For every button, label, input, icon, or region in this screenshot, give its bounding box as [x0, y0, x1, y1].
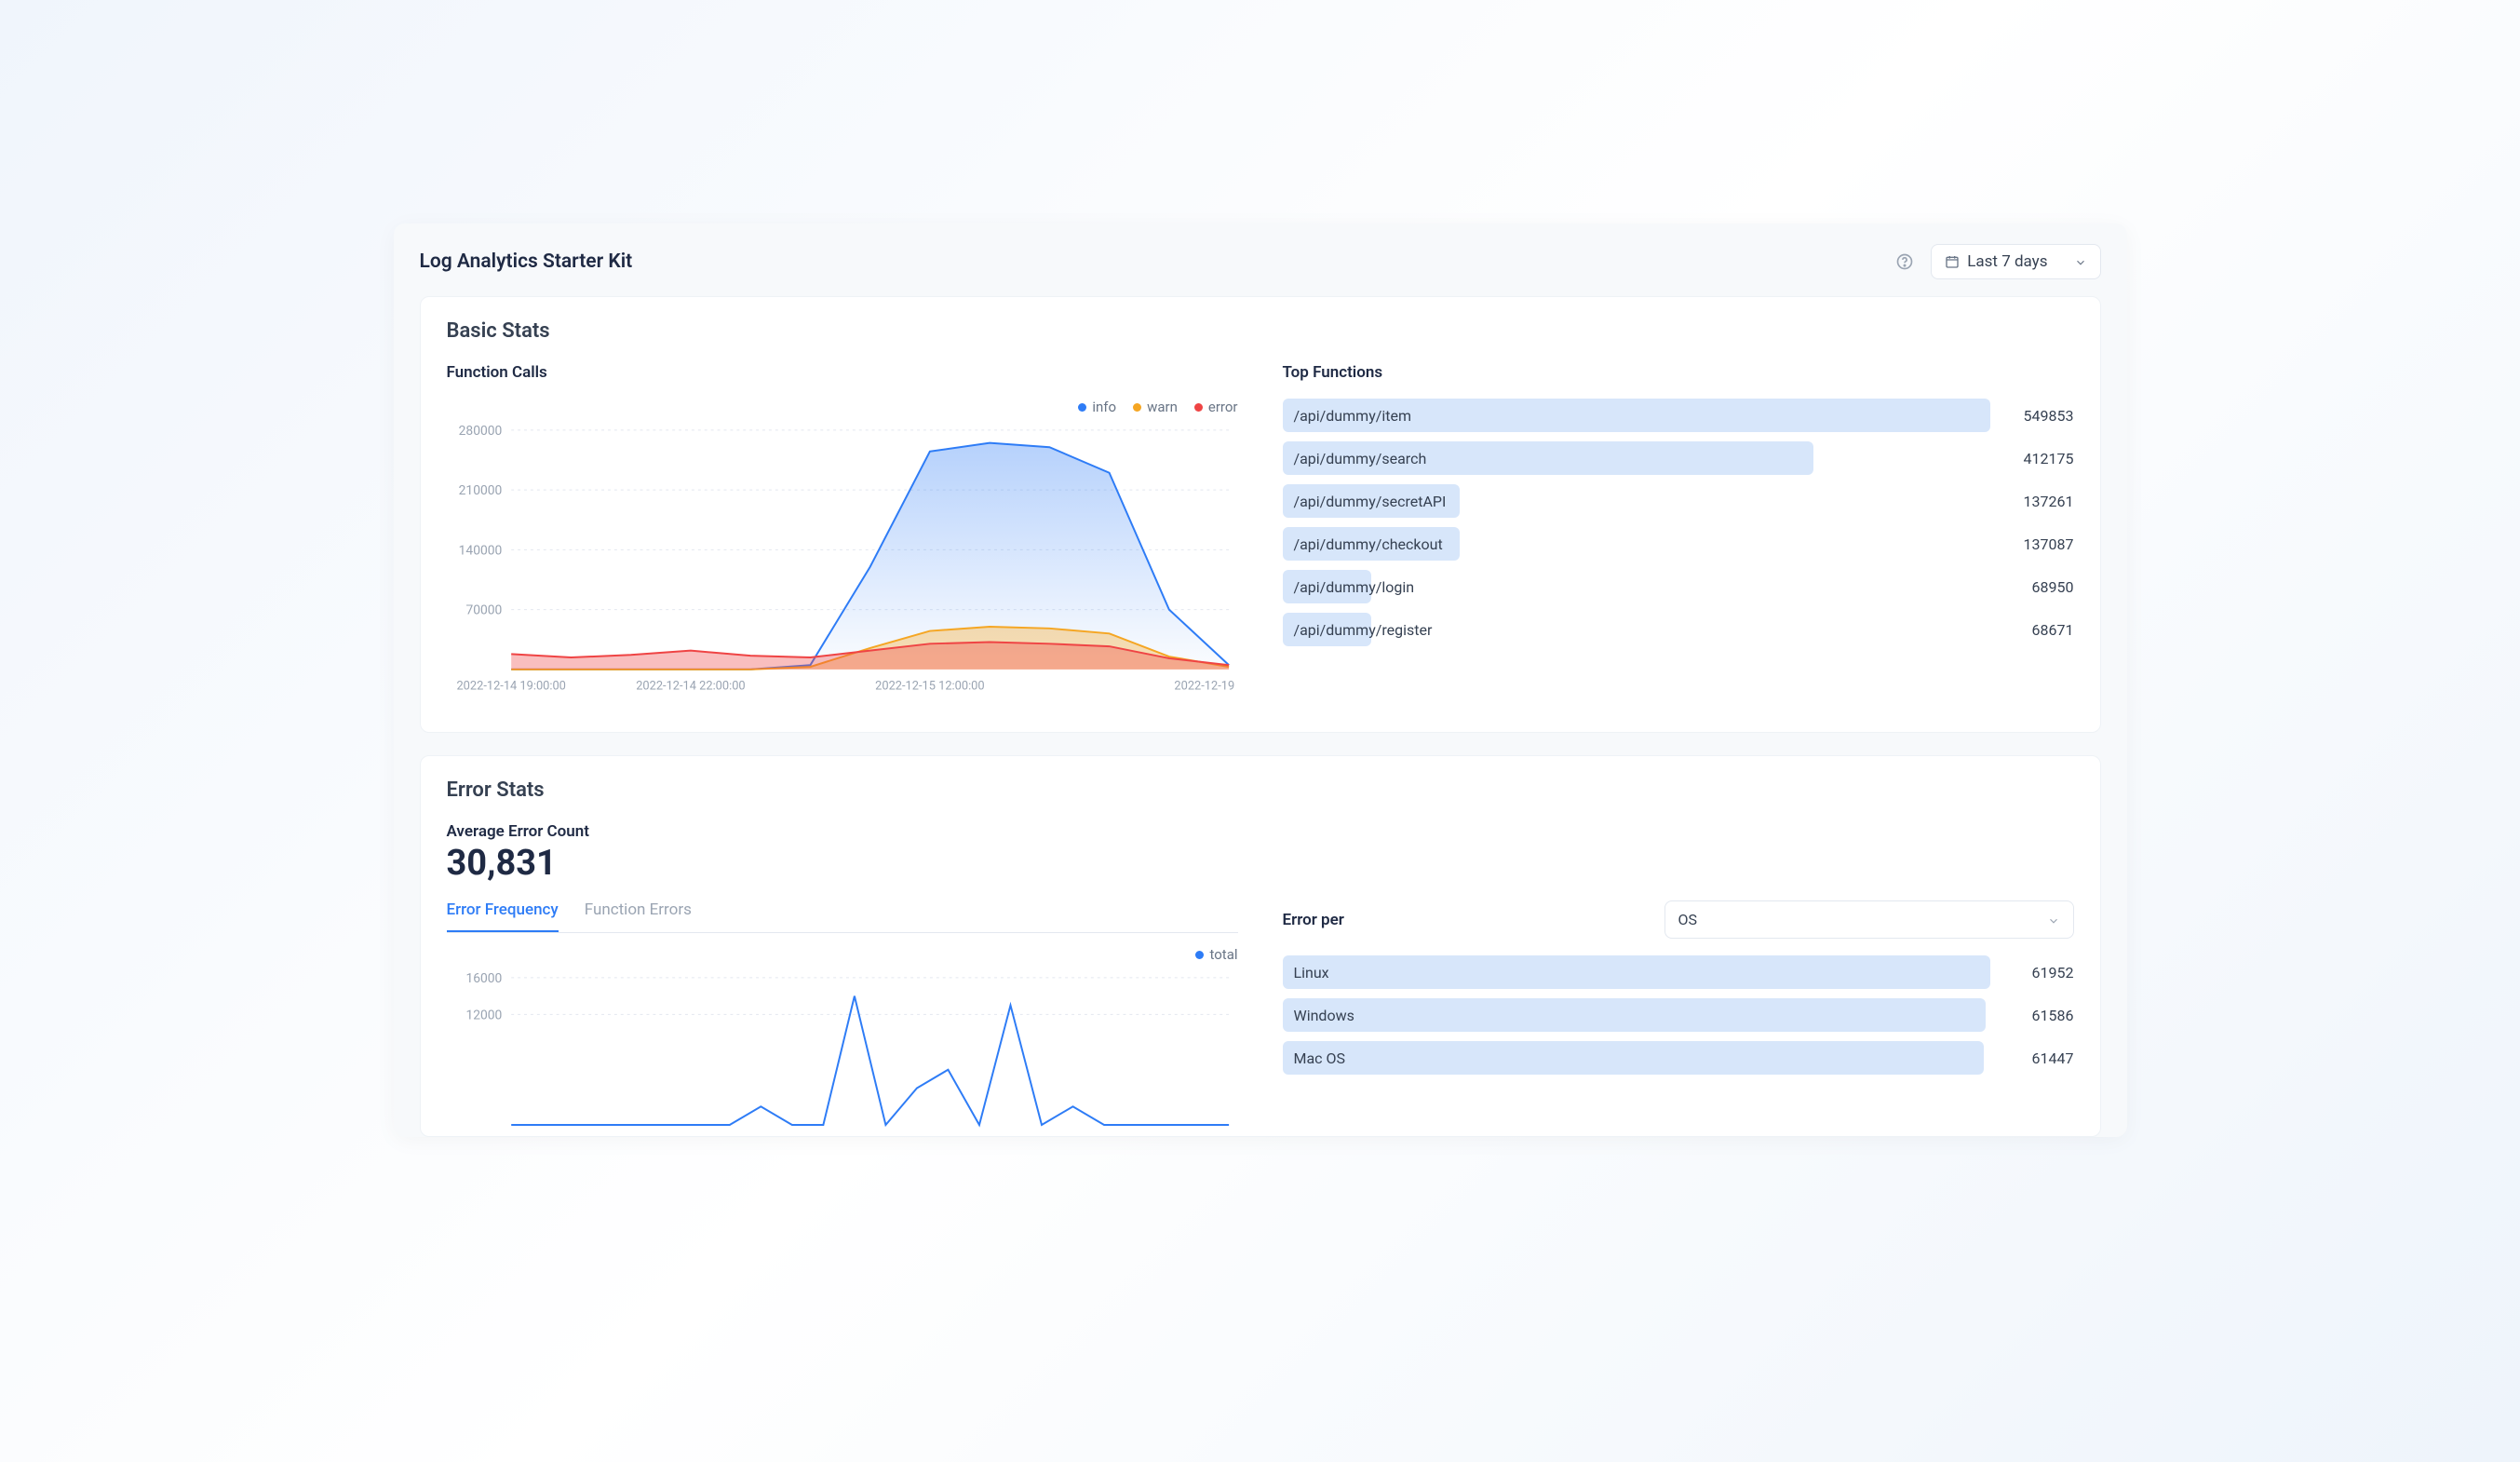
error-stats-card: Error Stats Average Error Count 30,831 E…	[420, 755, 2101, 1137]
bar-fill: /api/dummy/search	[1283, 441, 1813, 475]
bar-row: Linux 61952	[1283, 955, 2074, 989]
bar-row: Windows 61586	[1283, 998, 2074, 1032]
legend-label: total	[1209, 946, 1237, 963]
bar-row: /api/dummy/checkout 137087	[1283, 527, 2074, 561]
bar-track: /api/dummy/register	[1283, 613, 1990, 646]
svg-text:16000: 16000	[465, 971, 502, 986]
date-range-picker[interactable]: Last 7 days	[1931, 244, 2100, 279]
bar-fill: Mac OS	[1283, 1041, 1985, 1075]
tab-error-frequency[interactable]: Error Frequency	[447, 900, 559, 932]
bar-row: /api/dummy/search 412175	[1283, 441, 2074, 475]
error-per-label: Error per	[1283, 911, 1344, 929]
chart-legend: info warn error	[447, 399, 1238, 415]
bar-value: 549853	[2009, 407, 2074, 425]
bar-value: 61447	[2009, 1049, 2074, 1067]
dashboard: Log Analytics Starter Kit Last 7 days Ba…	[394, 223, 2127, 1137]
legend-dot-total	[1195, 951, 1204, 959]
legend-dot-error	[1194, 403, 1203, 412]
function-calls-panel: Function Calls info warn error 70000 1400…	[447, 363, 1238, 710]
bar-track: /api/dummy/checkout	[1283, 527, 1990, 561]
avg-error-value: 30,831	[447, 843, 2074, 884]
svg-text:280000: 280000	[458, 424, 502, 439]
bar-fill: /api/dummy/checkout	[1283, 527, 1460, 561]
svg-text:2022-12-19 13:00:00: 2022-12-19 13:00:00	[1174, 680, 1238, 694]
error-per-panel: Error per OS Linux 61952 Windows 61586 Mac O…	[1283, 900, 2074, 1137]
bar-value: 137087	[2009, 535, 2074, 553]
select-value: OS	[1678, 911, 1698, 928]
error-tabs: Error Frequency Function Errors	[447, 900, 1238, 933]
top-functions-list: /api/dummy/item 549853/api/dummy/search 41…	[1283, 399, 2074, 646]
svg-text:210000: 210000	[458, 483, 502, 498]
bar-row: /api/dummy/item 549853	[1283, 399, 2074, 432]
header-actions: Last 7 days	[1895, 244, 2100, 279]
bar-track: /api/dummy/item	[1283, 399, 1990, 432]
bar-fill: /api/dummy/register	[1283, 613, 1371, 646]
top-functions-panel: Top Functions /api/dummy/item 549853/api/…	[1283, 363, 2074, 710]
error-per-list: Linux 61952 Windows 61586 Mac OS 61447	[1283, 955, 2074, 1075]
chart-legend: total	[447, 946, 1238, 963]
legend-label: warn	[1147, 399, 1178, 415]
date-range-label: Last 7 days	[1967, 252, 2047, 271]
svg-text:70000: 70000	[465, 603, 502, 618]
bar-row: /api/dummy/secretAPI 137261	[1283, 484, 2074, 518]
bar-value: 137261	[2009, 493, 2074, 510]
section-title: Function Calls	[447, 363, 1238, 382]
bar-row: /api/dummy/register 68671	[1283, 613, 2074, 646]
svg-text:140000: 140000	[458, 543, 502, 558]
bar-row: Mac OS 61447	[1283, 1041, 2074, 1075]
bar-value: 61952	[2009, 964, 2074, 981]
bar-fill: Windows	[1283, 998, 1986, 1032]
bar-value: 68671	[2009, 621, 2074, 639]
legend-label: error	[1208, 399, 1238, 415]
bar-track: /api/dummy/login	[1283, 570, 1990, 603]
avg-error-label: Average Error Count	[447, 822, 2074, 841]
svg-text:12000: 12000	[465, 1009, 502, 1023]
bar-track: /api/dummy/search	[1283, 441, 1990, 475]
page-title: Log Analytics Starter Kit	[420, 250, 633, 273]
error-frequency-chart: 12000 16000	[447, 968, 1238, 1134]
chevron-down-icon	[2074, 255, 2087, 268]
bar-fill: /api/dummy/secretAPI	[1283, 484, 1460, 518]
legend-dot-warn	[1133, 403, 1141, 412]
tab-function-errors[interactable]: Function Errors	[585, 900, 692, 932]
bar-track: Linux	[1283, 955, 1990, 989]
error-per-select[interactable]: OS	[1664, 900, 2074, 939]
svg-text:2022-12-15 12:00:00: 2022-12-15 12:00:00	[875, 680, 984, 694]
header: Log Analytics Starter Kit Last 7 days	[394, 223, 2127, 296]
bar-row: /api/dummy/login 68950	[1283, 570, 2074, 603]
legend-dot-info	[1078, 403, 1086, 412]
bar-value: 68950	[2009, 578, 2074, 596]
svg-text:2022-12-14 19:00:00: 2022-12-14 19:00:00	[456, 680, 565, 694]
help-icon[interactable]	[1895, 252, 1914, 271]
card-title: Error Stats	[447, 778, 2074, 802]
bar-fill: /api/dummy/login	[1283, 570, 1371, 603]
section-title: Top Functions	[1283, 363, 2074, 382]
calendar-icon	[1945, 254, 1960, 269]
bar-value: 412175	[2009, 450, 2074, 467]
bar-track: /api/dummy/secretAPI	[1283, 484, 1990, 518]
legend-label: info	[1092, 399, 1116, 415]
basic-stats-card: Basic Stats Function Calls info warn err…	[420, 296, 2101, 733]
error-frequency-panel: Error Frequency Function Errors total 12…	[447, 900, 1238, 1137]
bar-fill: Linux	[1283, 955, 1990, 989]
bar-track: Windows	[1283, 998, 1990, 1032]
function-calls-chart: 70000 140000 210000 280000 2022-12-14 19:00:…	[447, 421, 1238, 706]
svg-text:2022-12-14 22:00:00: 2022-12-14 22:00:00	[636, 680, 745, 694]
bar-fill: /api/dummy/item	[1283, 399, 1990, 432]
chevron-down-icon	[2047, 914, 2060, 927]
bar-value: 61586	[2009, 1007, 2074, 1024]
card-title: Basic Stats	[447, 319, 2074, 343]
bar-track: Mac OS	[1283, 1041, 1990, 1075]
